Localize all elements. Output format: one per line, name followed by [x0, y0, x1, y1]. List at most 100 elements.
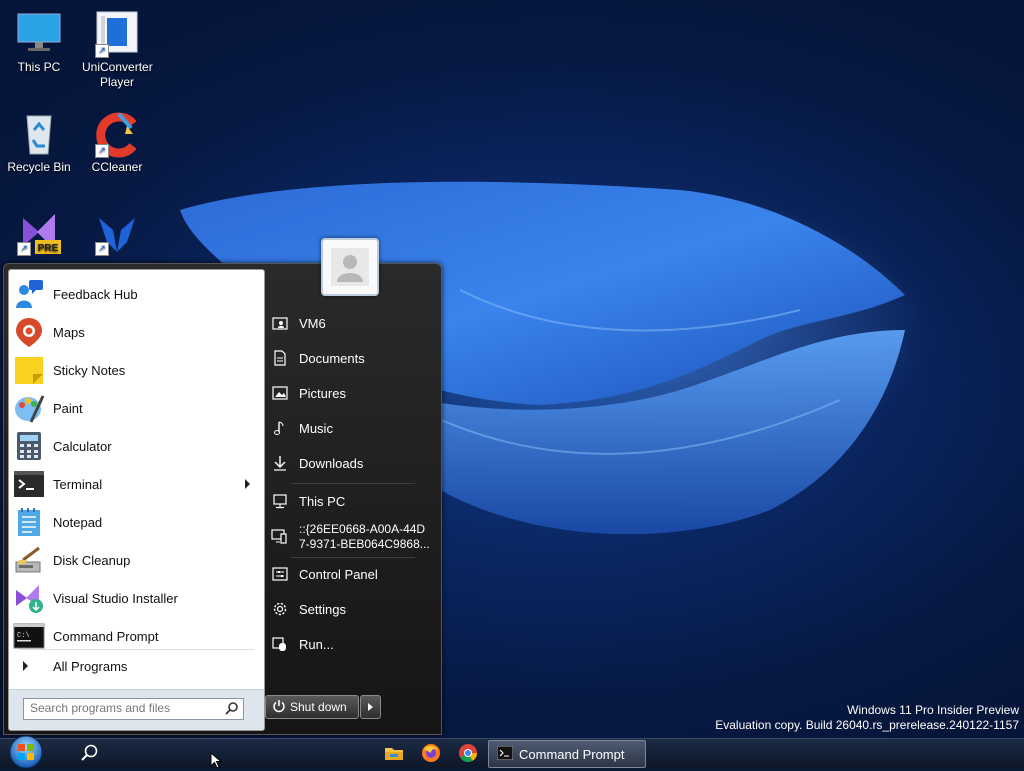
- place-music[interactable]: Music: [271, 414, 417, 442]
- place-label: Run...: [299, 636, 334, 652]
- control-panel-icon: [271, 565, 289, 583]
- desktop-icon-malwarebytes[interactable]: ↗: [82, 208, 152, 258]
- place-label: Music: [299, 420, 333, 436]
- calculator-icon: [13, 430, 45, 462]
- program-label: Paint: [53, 400, 83, 416]
- document-icon: [271, 349, 289, 367]
- settings-gear-icon: [271, 600, 289, 618]
- program-notepad[interactable]: Notepad: [13, 504, 260, 540]
- program-label: Terminal: [53, 476, 103, 492]
- taskbar-task-command-prompt[interactable]: Command Prompt: [488, 740, 646, 768]
- place-user-folder[interactable]: VM6: [271, 309, 417, 337]
- firefox-icon[interactable]: [421, 743, 441, 763]
- place-settings[interactable]: Settings: [271, 595, 417, 623]
- program-terminal[interactable]: Terminal: [13, 466, 260, 502]
- pre-badge-text: PRE: [38, 243, 59, 254]
- desktop-icon-uniconverter[interactable]: ↗ UniConverter Player: [82, 10, 153, 90]
- desktop-icon-ccleaner[interactable]: ↗ CCleaner: [82, 110, 152, 175]
- chrome-icon[interactable]: [458, 743, 478, 763]
- shortcut-arrow-icon: ↗: [95, 242, 109, 256]
- terminal-icon: [13, 468, 45, 500]
- program-label: Calculator: [53, 438, 112, 454]
- computer-icon: [271, 492, 289, 510]
- program-disk-cleanup[interactable]: Disk Cleanup: [13, 542, 260, 578]
- windows-orb-icon: [9, 735, 43, 769]
- desktop-icon-label: UniConverter Player: [82, 60, 153, 89]
- picture-icon: [271, 384, 289, 402]
- place-this-pc[interactable]: This PC: [271, 487, 417, 515]
- places-separator: [291, 557, 415, 558]
- program-label: Feedback Hub: [53, 286, 138, 302]
- desktop-icon-label: Recycle Bin: [7, 160, 71, 174]
- user-folder-icon: [271, 314, 289, 332]
- shut-down-label: Shut down: [290, 700, 347, 714]
- program-label: Maps: [53, 324, 85, 340]
- place-label: Documents: [299, 350, 365, 366]
- place-label: Settings: [299, 601, 346, 617]
- program-maps[interactable]: Maps: [13, 314, 260, 350]
- program-feedback-hub[interactable]: Feedback Hub: [13, 276, 260, 312]
- guid-line-2: 7-9371-BEB064C9868...: [299, 537, 430, 551]
- mouse-cursor-icon: [210, 751, 224, 771]
- command-prompt-icon: [496, 745, 514, 763]
- watermark-line-2: Evaluation copy. Build 26040.rs_prerelea…: [715, 718, 1019, 732]
- place-label: This PC: [299, 493, 346, 509]
- place-label: Control Panel: [299, 566, 378, 582]
- desktop-icon-visual-studio-preview[interactable]: PRE ↗: [4, 208, 74, 258]
- user-silhouette-icon: [331, 248, 369, 286]
- shortcut-arrow-icon: ↗: [95, 144, 109, 158]
- visual-studio-installer-icon: [13, 582, 45, 614]
- place-label: Downloads: [299, 455, 364, 471]
- network-device-icon: [271, 528, 289, 546]
- watermark-line-1: Windows 11 Pro Insider Preview: [847, 703, 1019, 717]
- start-menu: Feedback Hub Maps Sticky Notes Paint Cal…: [3, 263, 442, 735]
- guid-line-1: ::{26EE0668-A00A-44D: [299, 522, 426, 536]
- task-label: Command Prompt: [519, 746, 625, 762]
- monitor-icon: [15, 10, 63, 58]
- program-sticky-notes[interactable]: Sticky Notes: [13, 352, 260, 388]
- programs-separator: [19, 649, 254, 650]
- program-paint[interactable]: Paint: [13, 390, 260, 426]
- paint-icon: [13, 392, 45, 424]
- place-run[interactable]: Run...: [271, 630, 417, 658]
- malwarebytes-icon: ↗: [93, 208, 141, 256]
- place-label: Pictures: [299, 385, 346, 401]
- place-documents[interactable]: Documents: [271, 344, 417, 372]
- start-menu-places-pane: VM6 Documents Pictures Music Downloads T…: [267, 264, 437, 734]
- program-label: Command Prompt: [53, 628, 159, 644]
- start-button[interactable]: [6, 734, 46, 769]
- download-arrow-icon: [271, 454, 289, 472]
- expand-arrow-icon: [23, 661, 28, 671]
- all-programs-button[interactable]: All Programs: [13, 653, 260, 679]
- place-pictures[interactable]: Pictures: [271, 379, 417, 407]
- program-label: Disk Cleanup: [53, 552, 131, 568]
- shut-down-options-button[interactable]: [360, 695, 381, 719]
- search-icon[interactable]: [80, 743, 100, 763]
- notepad-icon: [13, 506, 45, 538]
- place-downloads[interactable]: Downloads: [271, 449, 417, 477]
- start-menu-programs-pane: Feedback Hub Maps Sticky Notes Paint Cal…: [8, 269, 265, 731]
- shut-down-button[interactable]: Shut down: [265, 695, 359, 719]
- places-separator: [291, 483, 415, 484]
- user-avatar[interactable]: [321, 238, 379, 296]
- desktop-icon-recycle-bin[interactable]: Recycle Bin: [4, 110, 74, 175]
- shortcut-arrow-icon: ↗: [17, 242, 31, 256]
- music-note-icon: [271, 419, 289, 437]
- ccleaner-icon: ↗: [93, 110, 141, 158]
- place-control-panel[interactable]: Control Panel: [271, 560, 417, 588]
- file-explorer-icon[interactable]: [384, 743, 404, 763]
- os-watermark: Windows 11 Pro Insider Preview Evaluatio…: [715, 703, 1019, 733]
- place-network-item[interactable]: ::{26EE0668-A00A-44D 7-9371-BEB064C9868..…: [271, 520, 431, 554]
- disk-cleanup-icon: [13, 544, 45, 576]
- run-icon: [271, 635, 289, 653]
- program-visual-studio-installer[interactable]: Visual Studio Installer: [13, 580, 260, 616]
- program-calculator[interactable]: Calculator: [13, 428, 260, 464]
- search-icon[interactable]: [225, 701, 239, 718]
- desktop-icon-this-pc[interactable]: This PC: [4, 10, 74, 75]
- program-label: Visual Studio Installer: [53, 590, 178, 606]
- search-box[interactable]: [23, 698, 244, 720]
- all-programs-label: All Programs: [53, 658, 128, 674]
- search-input[interactable]: [24, 699, 220, 717]
- visual-studio-preview-icon: PRE ↗: [15, 208, 63, 256]
- svg-text:C:\: C:\: [17, 632, 30, 640]
